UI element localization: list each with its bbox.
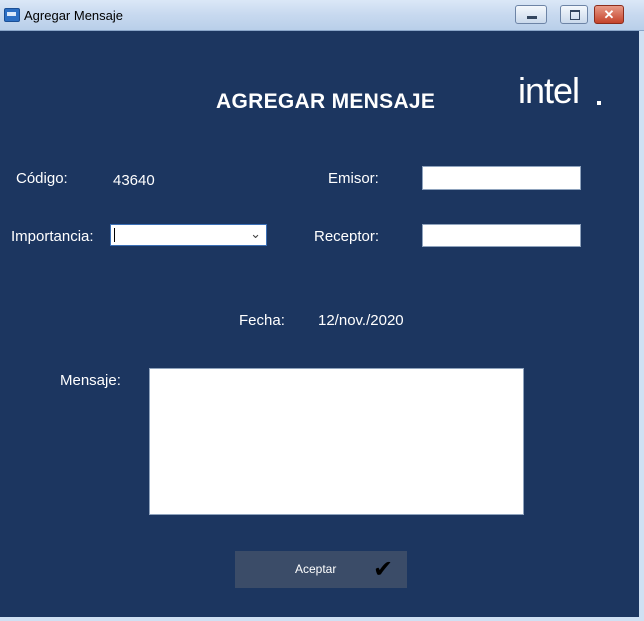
minimize-button[interactable] xyxy=(515,5,547,24)
page-title: AGREGAR MENSAJE xyxy=(216,90,436,113)
mensaje-label: Mensaje: xyxy=(60,372,121,389)
receptor-label: Receptor: xyxy=(314,228,380,245)
intel-logo-dot xyxy=(597,101,601,105)
window-border-right xyxy=(639,31,644,621)
importancia-label: Importancia: xyxy=(11,228,94,245)
minimize-icon xyxy=(527,16,537,19)
mail-app-icon xyxy=(4,8,20,22)
text-caret xyxy=(114,228,115,242)
intel-logo: intel xyxy=(518,70,580,111)
window-border-bottom xyxy=(0,617,644,621)
maximize-button[interactable] xyxy=(560,5,588,24)
importancia-select[interactable]: ⌄ xyxy=(110,224,267,246)
aceptar-button[interactable]: Aceptar ✔ xyxy=(235,551,407,588)
codigo-label: Código: xyxy=(16,170,68,187)
emisor-label: Emisor: xyxy=(328,170,379,187)
close-icon: ✕ xyxy=(603,7,615,22)
agregar-mensaje-window: Agregar Mensaje ✕ AGREGAR MENSAJE intel … xyxy=(0,0,644,621)
maximize-icon xyxy=(570,10,580,20)
aceptar-label: Aceptar xyxy=(295,562,337,576)
fecha-label: Fecha: xyxy=(239,312,285,329)
chevron-down-icon[interactable]: ⌄ xyxy=(250,226,261,242)
close-button[interactable]: ✕ xyxy=(594,5,624,24)
receptor-field[interactable] xyxy=(422,224,581,247)
window-title: Agregar Mensaje xyxy=(24,8,123,23)
checkmark-icon: ✔ xyxy=(373,556,394,583)
fecha-value: 12/nov./2020 xyxy=(318,312,404,329)
mensaje-textarea[interactable] xyxy=(149,368,524,515)
title-bar[interactable]: Agregar Mensaje ✕ xyxy=(0,0,644,31)
emisor-field[interactable] xyxy=(422,166,581,190)
codigo-value: 43640 xyxy=(113,172,155,189)
